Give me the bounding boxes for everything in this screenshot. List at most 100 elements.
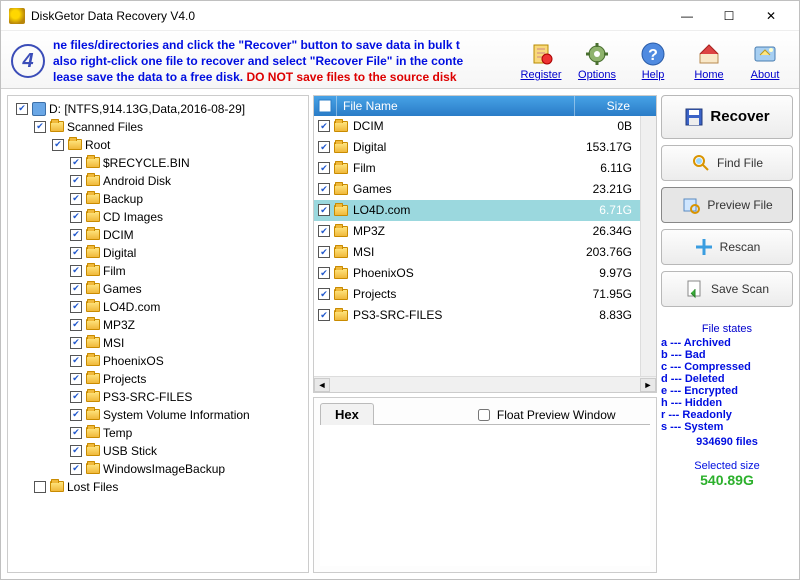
file-row[interactable]: MSI203.76G (314, 242, 640, 263)
tree-checkbox[interactable] (16, 103, 28, 115)
folder-icon (86, 175, 100, 186)
file-size: 6.71G (574, 203, 640, 217)
preview-file-button[interactable]: Preview File (661, 187, 793, 223)
scroll-left-icon[interactable]: ◄ (314, 378, 330, 392)
tree-label: PhoenixOS (103, 354, 164, 368)
tree-node[interactable]: Scanned Files (14, 118, 302, 136)
tree-node[interactable]: PS3-SRC-FILES (14, 388, 302, 406)
row-checkbox[interactable] (318, 267, 330, 279)
tree-node[interactable]: Lost Files (14, 478, 302, 496)
maximize-button[interactable]: ☐ (709, 2, 749, 30)
file-size: 153.17G (574, 140, 640, 154)
tree-checkbox[interactable] (34, 481, 46, 493)
minimize-button[interactable]: — (667, 2, 707, 30)
row-checkbox[interactable] (318, 141, 330, 153)
row-checkbox[interactable] (318, 288, 330, 300)
file-row[interactable]: PhoenixOS9.97G (314, 263, 640, 284)
folder-icon (50, 121, 64, 132)
tree-checkbox[interactable] (70, 463, 82, 475)
row-checkbox[interactable] (318, 120, 330, 132)
tree-node[interactable]: CD Images (14, 208, 302, 226)
find-file-button[interactable]: Find File (661, 145, 793, 181)
tree-checkbox[interactable] (70, 427, 82, 439)
tree-node[interactable]: PhoenixOS (14, 352, 302, 370)
about-button[interactable]: About (741, 41, 789, 81)
file-row[interactable]: MP3Z26.34G (314, 221, 640, 242)
horizontal-scrollbar[interactable]: ◄ ► (314, 376, 656, 392)
tree-node[interactable]: $RECYCLE.BIN (14, 154, 302, 172)
file-row[interactable]: Digital153.17G (314, 137, 640, 158)
tree-node[interactable]: Backup (14, 190, 302, 208)
recover-button[interactable]: Recover (661, 95, 793, 139)
file-row[interactable]: PS3-SRC-FILES8.83G (314, 305, 640, 326)
row-checkbox[interactable] (318, 204, 330, 216)
tree-node[interactable]: WindowsImageBackup (14, 460, 302, 478)
tree-checkbox[interactable] (70, 265, 82, 277)
help-button[interactable]: ? Help (629, 41, 677, 81)
tree-node[interactable]: Temp (14, 424, 302, 442)
tree-node[interactable]: D: [NTFS,914.13G,Data,2016-08-29] (14, 100, 302, 118)
tree-checkbox[interactable] (70, 229, 82, 241)
tree-node[interactable]: Android Disk (14, 172, 302, 190)
tree-node[interactable]: MP3Z (14, 316, 302, 334)
row-checkbox[interactable] (318, 183, 330, 195)
tree-panel[interactable]: D: [NTFS,914.13G,Data,2016-08-29]Scanned… (7, 95, 309, 573)
scroll-up-icon[interactable] (640, 96, 656, 116)
tree-node[interactable]: DCIM (14, 226, 302, 244)
tree-node[interactable]: USB Stick (14, 442, 302, 460)
file-row[interactable]: Film6.11G (314, 158, 640, 179)
tree-checkbox[interactable] (70, 319, 82, 331)
register-button[interactable]: Register (517, 41, 565, 81)
close-button[interactable]: ✕ (751, 2, 791, 30)
file-row[interactable]: Projects71.95G (314, 284, 640, 305)
tree-node[interactable]: Film (14, 262, 302, 280)
tree-node[interactable]: Root (14, 136, 302, 154)
tree-checkbox[interactable] (70, 211, 82, 223)
tree-checkbox[interactable] (70, 157, 82, 169)
tree-checkbox[interactable] (70, 445, 82, 457)
tree-node[interactable]: System Volume Information (14, 406, 302, 424)
tree-checkbox[interactable] (70, 355, 82, 367)
tree-checkbox[interactable] (70, 337, 82, 349)
column-size[interactable]: Size (574, 96, 640, 116)
folder-icon (334, 226, 348, 237)
options-button[interactable]: Options (573, 41, 621, 81)
file-row[interactable]: LO4D.com6.71G (314, 200, 640, 221)
tree-checkbox[interactable] (34, 121, 46, 133)
tree-node[interactable]: Games (14, 280, 302, 298)
row-checkbox[interactable] (318, 225, 330, 237)
tree-checkbox[interactable] (70, 247, 82, 259)
tree-node[interactable]: LO4D.com (14, 298, 302, 316)
tree-checkbox[interactable] (52, 139, 64, 151)
tree-checkbox[interactable] (70, 391, 82, 403)
header-checkbox-icon[interactable] (314, 96, 336, 116)
tree-node[interactable]: Digital (14, 244, 302, 262)
tree-checkbox[interactable] (70, 175, 82, 187)
tree-checkbox[interactable] (70, 301, 82, 313)
selected-size-value: 540.89G (661, 472, 793, 488)
options-label: Options (578, 69, 616, 81)
save-scan-button[interactable]: Save Scan (661, 271, 793, 307)
row-checkbox[interactable] (318, 246, 330, 258)
tree-checkbox[interactable] (70, 193, 82, 205)
row-checkbox[interactable] (318, 162, 330, 174)
hex-tab[interactable]: Hex (320, 403, 374, 425)
tree-node[interactable]: MSI (14, 334, 302, 352)
scroll-right-icon[interactable]: ► (640, 378, 656, 392)
tree-checkbox[interactable] (70, 409, 82, 421)
file-size: 203.76G (574, 245, 640, 259)
file-list-body[interactable]: DCIM0BDigital153.17GFilm6.11GGames23.21G… (314, 116, 640, 376)
float-preview-input[interactable] (478, 409, 490, 421)
help-label: Help (642, 69, 665, 81)
rescan-button[interactable]: Rescan (661, 229, 793, 265)
tree-checkbox[interactable] (70, 373, 82, 385)
file-row[interactable]: DCIM0B (314, 116, 640, 137)
tree-checkbox[interactable] (70, 283, 82, 295)
row-checkbox[interactable] (318, 309, 330, 321)
float-preview-checkbox[interactable]: Float Preview Window (474, 406, 616, 424)
vertical-scrollbar[interactable] (640, 116, 656, 376)
file-row[interactable]: Games23.21G (314, 179, 640, 200)
home-button[interactable]: Home (685, 41, 733, 81)
tree-node[interactable]: Projects (14, 370, 302, 388)
column-file-name[interactable]: File Name (336, 96, 574, 116)
